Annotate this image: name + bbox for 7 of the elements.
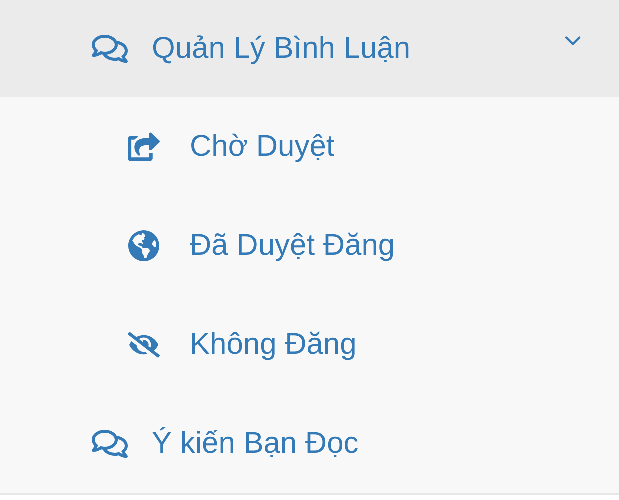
submenu-item[interactable]: Đã Duyệt Đăng xyxy=(0,196,619,295)
menu-item[interactable]: Quản Lý Bình Luận xyxy=(0,0,619,97)
menu-item[interactable]: Ý kiến Bạn Đọc xyxy=(0,394,619,493)
submenu-item[interactable]: Không Đăng xyxy=(0,295,619,394)
submenu-item[interactable]: Chờ Duyệt xyxy=(0,97,619,196)
globe-icon xyxy=(128,230,160,262)
share-icon xyxy=(128,130,160,162)
